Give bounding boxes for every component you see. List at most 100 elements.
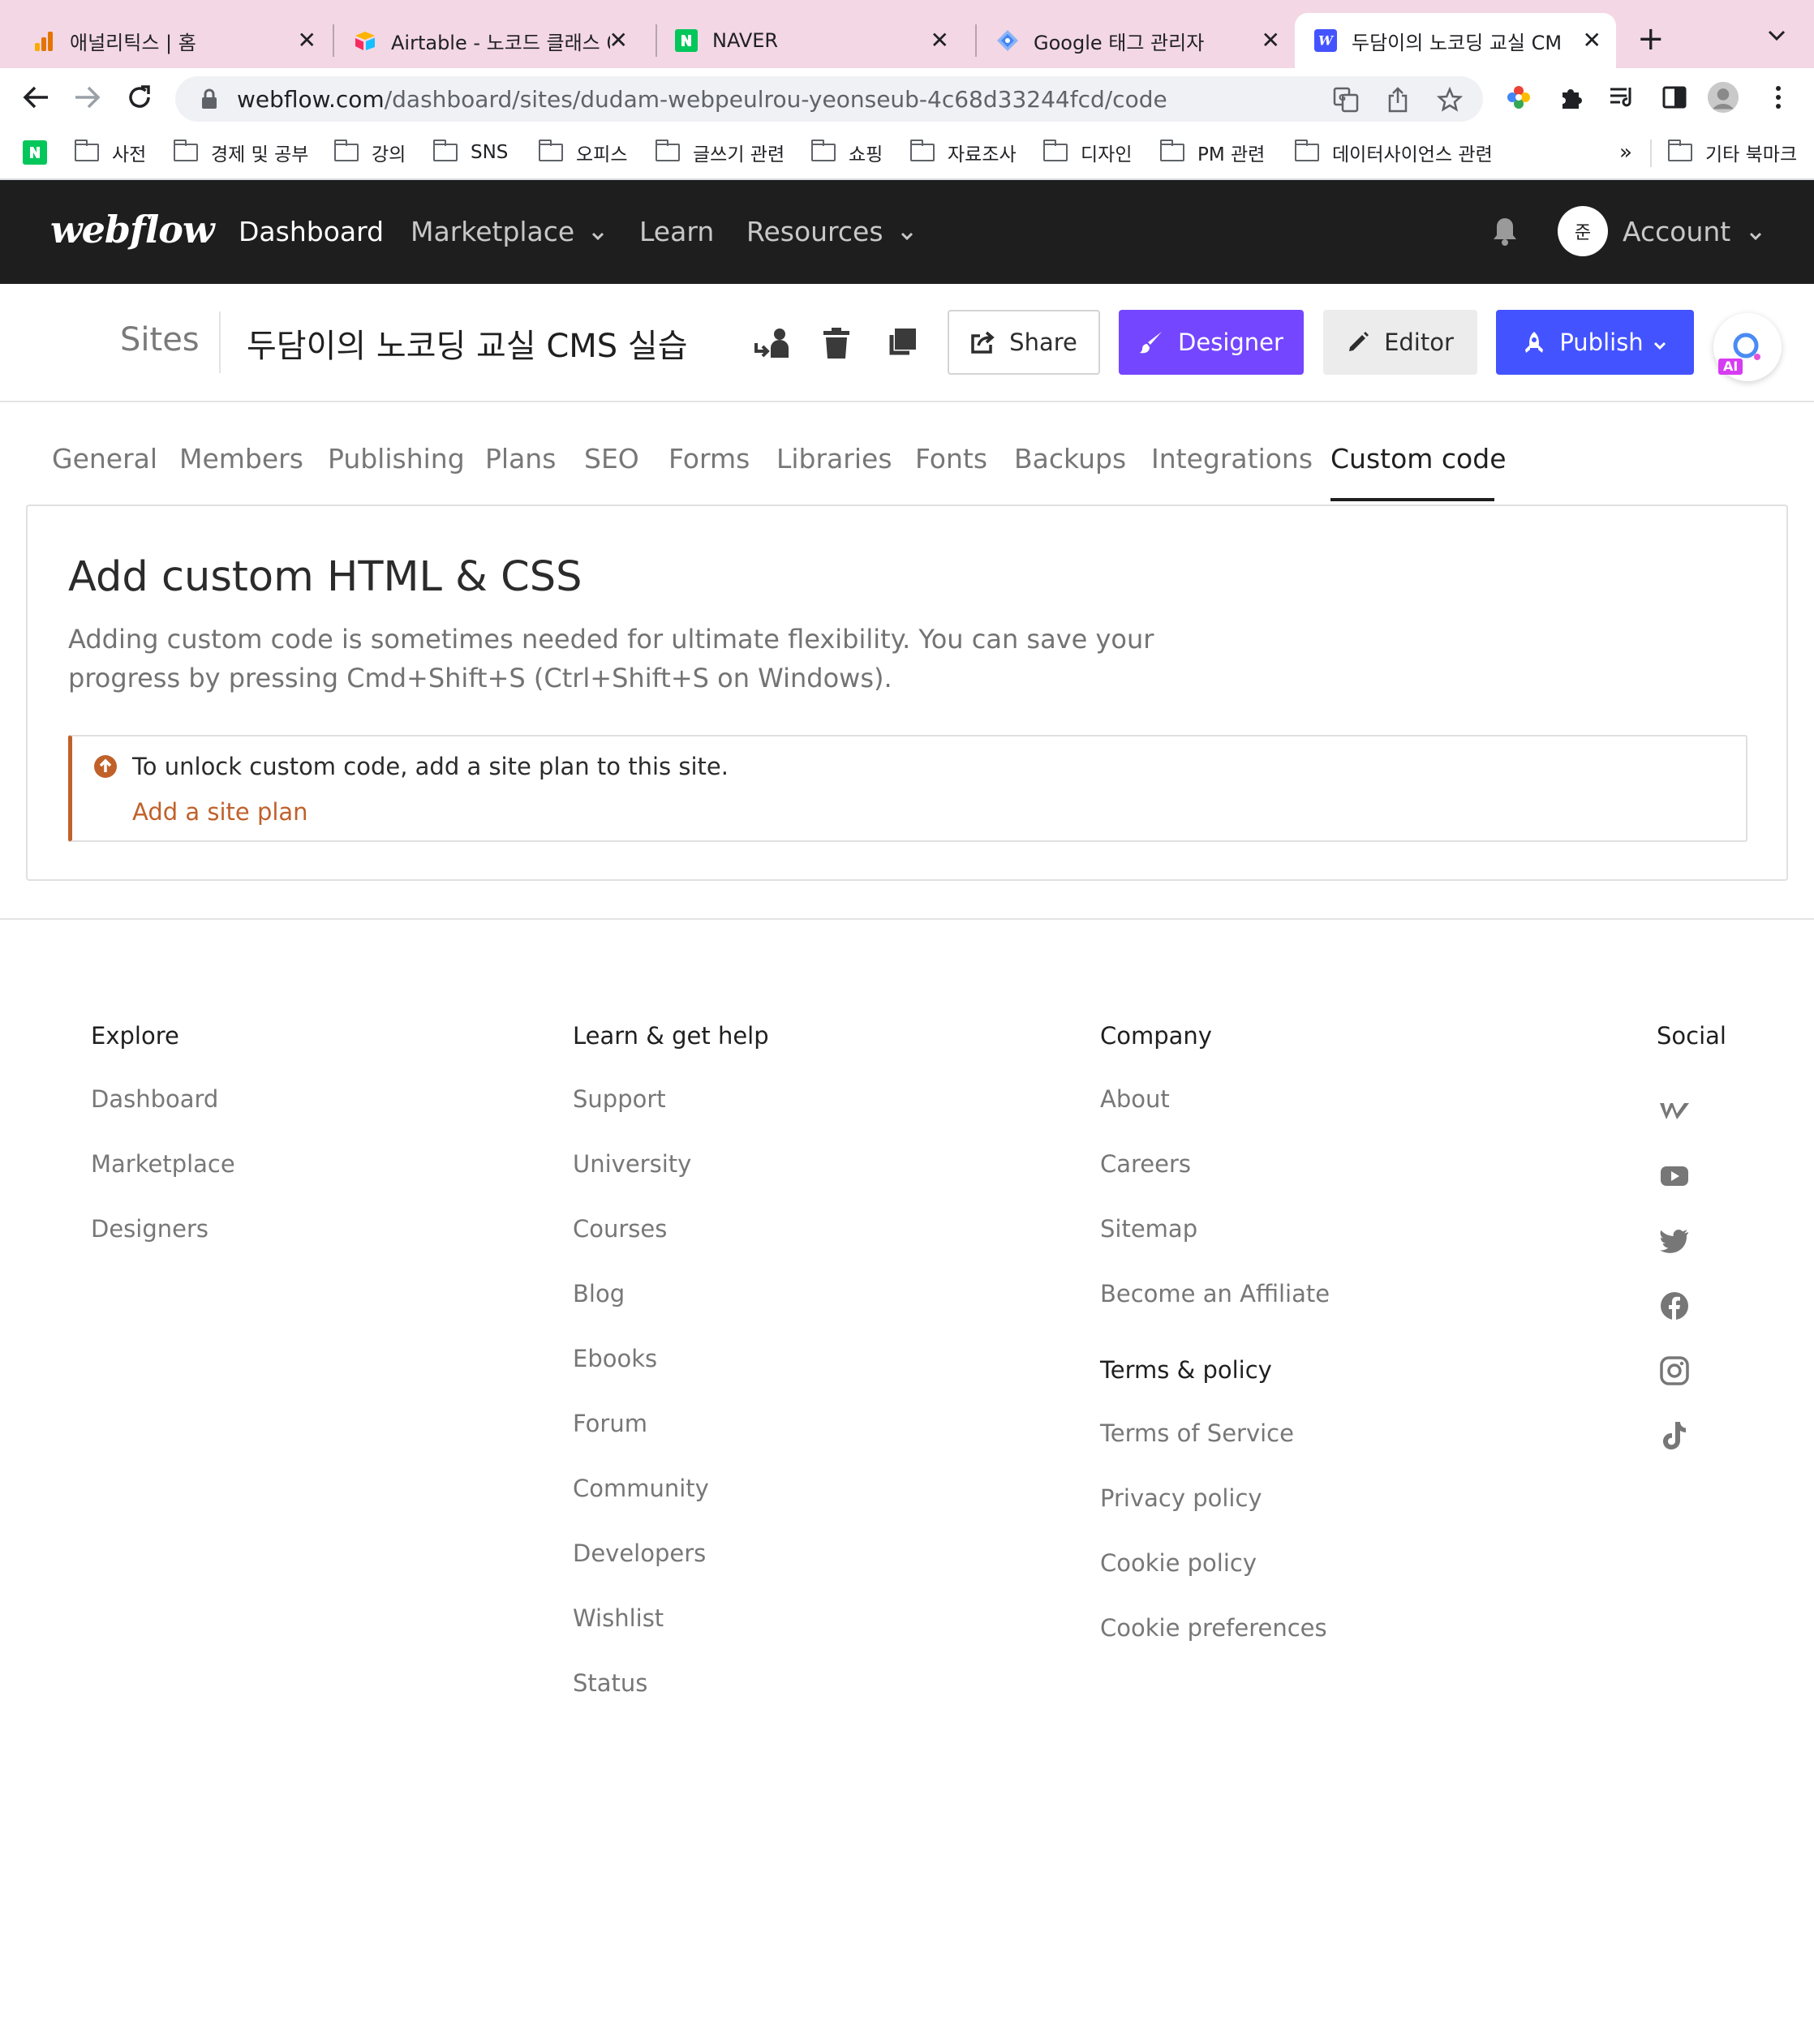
- footer-link[interactable]: About: [1100, 1063, 1330, 1127]
- footer-link[interactable]: Blog: [573, 1257, 769, 1322]
- profile-avatar-icon[interactable]: [1707, 81, 1739, 114]
- tab-general[interactable]: General: [52, 443, 157, 474]
- close-tab-icon[interactable]: ✕: [931, 28, 949, 54]
- bookmark-folder[interactable]: 경제 및 공부: [173, 138, 308, 167]
- tab-search-chevron-icon[interactable]: [1767, 29, 1786, 45]
- bookmark-folder[interactable]: 글쓰기 관련: [655, 138, 784, 167]
- tab-backups[interactable]: Backups: [1014, 443, 1126, 474]
- extensions-puzzle-icon[interactable]: [1554, 81, 1587, 114]
- chrome-menu-icon[interactable]: [1762, 81, 1795, 114]
- back-arrow-icon[interactable]: [19, 81, 52, 114]
- chevron-down-icon: [591, 216, 605, 247]
- footer-link[interactable]: Privacy policy: [1100, 1462, 1330, 1527]
- transfer-site-icon[interactable]: [753, 324, 790, 362]
- nav-marketplace[interactable]: Marketplace: [411, 216, 605, 247]
- share-page-icon[interactable]: [1384, 86, 1412, 114]
- footer-link[interactable]: Courses: [573, 1192, 769, 1257]
- footer-link[interactable]: Designers: [91, 1192, 235, 1257]
- close-tab-icon[interactable]: ✕: [298, 28, 316, 54]
- bookmark-folder[interactable]: 데이터사이언스 관련: [1294, 138, 1493, 167]
- footer-link[interactable]: Dashboard: [91, 1063, 235, 1127]
- twitter-icon[interactable]: [1658, 1225, 1691, 1257]
- translate-icon[interactable]: G: [1332, 86, 1360, 114]
- bookmark-folder[interactable]: 디자인: [1042, 138, 1132, 167]
- tab-forms[interactable]: Forms: [668, 443, 750, 474]
- account-avatar[interactable]: 준: [1558, 206, 1608, 256]
- delete-trash-icon[interactable]: [818, 324, 855, 362]
- notifications-bell-icon[interactable]: [1491, 216, 1519, 250]
- footer-company: Company About Careers Sitemap Become an …: [1100, 1022, 1330, 1656]
- instagram-icon[interactable]: [1658, 1355, 1691, 1387]
- footer-link[interactable]: Careers: [1100, 1127, 1330, 1192]
- footer-link[interactable]: Ebooks: [573, 1322, 769, 1387]
- forward-arrow-icon[interactable]: [71, 81, 104, 114]
- webflow-icon[interactable]: [1658, 1095, 1691, 1127]
- browser-tab-tag-manager[interactable]: Google 태그 관리자 ✕: [964, 13, 1295, 68]
- designer-button[interactable]: Designer: [1119, 310, 1304, 375]
- bookmark-star-icon[interactable]: [1436, 86, 1464, 114]
- other-bookmarks[interactable]: 기타 북마크: [1667, 138, 1797, 167]
- footer-link[interactable]: Marketplace: [91, 1127, 235, 1192]
- footer-link[interactable]: Developers: [573, 1517, 769, 1582]
- footer-link[interactable]: Sitemap: [1100, 1192, 1330, 1257]
- bookmark-folder[interactable]: SNS: [432, 138, 508, 167]
- tab-plans[interactable]: Plans: [485, 443, 556, 474]
- footer-link[interactable]: Cookie policy: [1100, 1527, 1330, 1591]
- browser-tab-naver[interactable]: NAVER ✕: [643, 13, 964, 68]
- duplicate-site-icon[interactable]: [883, 324, 920, 362]
- side-panel-icon[interactable]: [1658, 81, 1691, 114]
- tiktok-icon[interactable]: [1658, 1419, 1691, 1452]
- tab-integrations[interactable]: Integrations: [1151, 443, 1313, 474]
- close-tab-icon[interactable]: ✕: [1583, 28, 1601, 54]
- close-tab-icon[interactable]: ✕: [609, 28, 628, 54]
- bookmark-folder[interactable]: 사전: [74, 138, 146, 167]
- footer-link[interactable]: Forum: [573, 1387, 769, 1452]
- bookmark-folder[interactable]: PM 관련: [1159, 138, 1265, 167]
- nav-resources[interactable]: Resources: [746, 216, 914, 247]
- footer-link[interactable]: Cookie preferences: [1100, 1591, 1330, 1656]
- tab-members[interactable]: Members: [179, 443, 303, 474]
- publish-button[interactable]: Publish: [1496, 310, 1694, 375]
- tab-seo[interactable]: SEO: [584, 443, 639, 474]
- footer-link[interactable]: University: [573, 1127, 769, 1192]
- tab-custom-code[interactable]: Custom code: [1330, 443, 1507, 474]
- bookmark-folder[interactable]: 쇼핑: [810, 138, 883, 167]
- add-site-plan-link[interactable]: Add a site plan: [132, 798, 308, 826]
- share-button[interactable]: Share: [948, 310, 1100, 375]
- youtube-icon[interactable]: [1658, 1160, 1691, 1192]
- tab-publishing[interactable]: Publishing: [328, 443, 465, 474]
- nav-dashboard[interactable]: Dashboard: [239, 216, 384, 247]
- webflow-logo[interactable]: webflow: [50, 208, 215, 251]
- new-tab-button[interactable]: +: [1637, 23, 1665, 55]
- footer-link[interactable]: Wishlist: [573, 1582, 769, 1647]
- account-menu[interactable]: Account: [1623, 216, 1763, 247]
- footer-explore: Explore Dashboard Marketplace Designers: [91, 1022, 235, 1257]
- bookmark-folder[interactable]: 오피스: [538, 138, 627, 167]
- bookmarks-overflow-button[interactable]: »: [1619, 138, 1632, 167]
- bookmark-folder[interactable]: 강의: [333, 138, 406, 167]
- footer-link[interactable]: Community: [573, 1452, 769, 1517]
- close-tab-icon[interactable]: ✕: [1262, 28, 1280, 54]
- browser-tab-airtable[interactable]: Airtable - 노코드 클래스 0 ✕: [321, 13, 643, 68]
- lock-icon[interactable]: [198, 88, 221, 110]
- nav-learn[interactable]: Learn: [639, 216, 714, 247]
- footer-link[interactable]: Become an Affiliate: [1100, 1257, 1330, 1322]
- browser-tab-analytics[interactable]: 애널리틱스 | 홈 ✕: [0, 13, 331, 68]
- bookmark-folder[interactable]: 자료조사: [909, 138, 1017, 167]
- reload-icon[interactable]: [123, 81, 156, 114]
- breadcrumb-sites[interactable]: Sites: [120, 321, 200, 359]
- custom-code-description: Adding custom code is sometimes needed f…: [68, 624, 1154, 694]
- tab-libraries[interactable]: Libraries: [776, 443, 892, 474]
- footer-link[interactable]: Support: [573, 1063, 769, 1127]
- facebook-icon[interactable]: [1658, 1290, 1691, 1322]
- folder-icon: [538, 140, 563, 161]
- extension-color-icon[interactable]: [1502, 81, 1535, 114]
- bookmark-naver[interactable]: [23, 138, 47, 167]
- browser-tab-webflow[interactable]: W 두담이의 노코딩 교실 CMS ✕: [1295, 13, 1616, 68]
- editor-button[interactable]: Editor: [1323, 310, 1477, 375]
- footer-link[interactable]: Status: [573, 1647, 769, 1711]
- reading-list-icon[interactable]: [1606, 81, 1639, 114]
- tab-fonts[interactable]: Fonts: [915, 443, 987, 474]
- address-bar[interactable]: webflow.com/dashboard/sites/dudam-webpeu…: [175, 76, 1483, 122]
- footer-link[interactable]: Terms of Service: [1100, 1397, 1330, 1462]
